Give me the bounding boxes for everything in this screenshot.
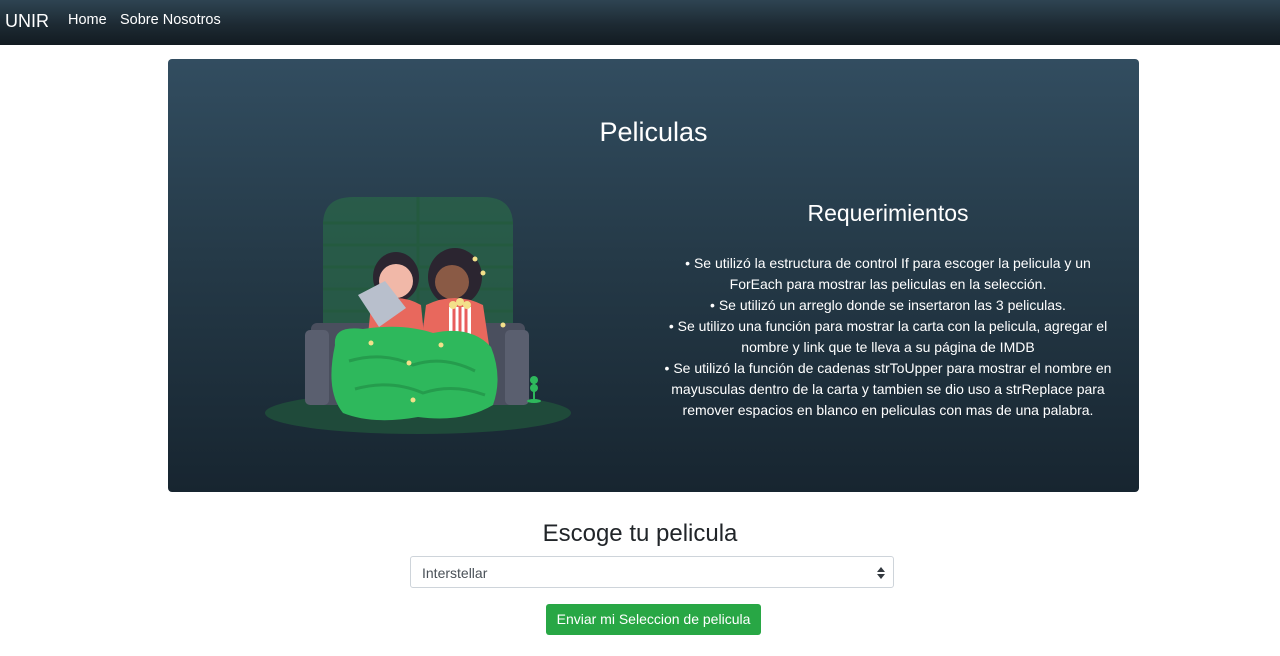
requirement-item: • Se utilizo una función para mostrar la… xyxy=(668,318,1108,355)
hero-title: Peliculas xyxy=(599,117,708,147)
movie-select-value: Interstellar xyxy=(422,565,488,581)
submit-selection-button[interactable]: Enviar mi Seleccion de pelicula xyxy=(546,604,761,635)
navbar: UNIR Home Sobre Nosotros xyxy=(0,0,1280,45)
nav-link-home[interactable]: Home xyxy=(68,12,107,28)
requirement-item: • Se utilizó un arreglo donde se inserta… xyxy=(710,297,1066,313)
navbar-brand[interactable]: UNIR xyxy=(5,11,49,32)
requirement-item: • Se utilizó la función de cadenas strTo… xyxy=(664,360,1112,418)
requirements-title: Requerimientos xyxy=(807,200,969,226)
couple-watching-movie-illustration xyxy=(265,197,571,434)
movie-select[interactable]: Interstellar xyxy=(410,556,894,588)
requirement-item: • Se utilizó la estructura de control If… xyxy=(685,255,1091,292)
hero-jumbotron: Peliculas Requerimientos • Se utilizó la… xyxy=(168,59,1139,492)
select-updown-arrows-icon xyxy=(877,567,885,579)
requirements-list: • Se utilizó la estructura de control If… xyxy=(658,253,1118,421)
choose-movie-title: Escoge tu pelicula xyxy=(542,520,738,547)
nav-link-sobre-nosotros[interactable]: Sobre Nosotros xyxy=(120,12,221,28)
